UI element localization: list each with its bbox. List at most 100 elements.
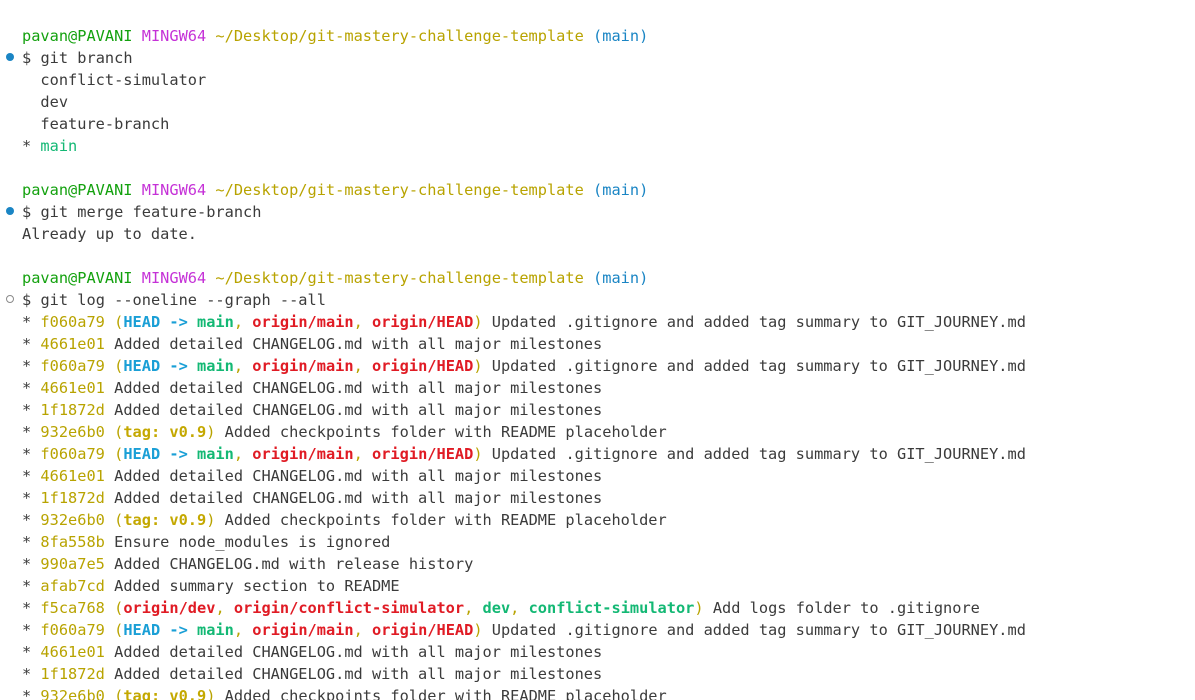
graph-marker: * bbox=[22, 445, 41, 463]
commit-row: * 4661e01 Added detailed CHANGELOG.md wi… bbox=[22, 377, 1026, 399]
branch-prefix bbox=[22, 115, 40, 133]
prompt-path: ~/Desktop/git-mastery-challenge-template bbox=[215, 181, 584, 199]
commit-row: * f060a79 (HEAD -> main, origin/main, or… bbox=[22, 443, 1026, 465]
commit-hash: f060a79 bbox=[40, 313, 105, 331]
ref-separator: , bbox=[215, 599, 234, 617]
graph-marker: * bbox=[22, 357, 41, 375]
graph-marker: * bbox=[22, 511, 41, 529]
ref-paren-close: ) bbox=[694, 599, 704, 617]
ref-label: origin/conflict-simulator bbox=[233, 599, 465, 617]
graph-marker: * bbox=[22, 379, 41, 397]
commit-message: Added detailed CHANGELOG.md with all maj… bbox=[114, 401, 603, 419]
commit-row: * 932e6b0 (tag: v0.9) Added checkpoints … bbox=[22, 509, 1026, 531]
ref-paren-open: ( bbox=[114, 511, 124, 529]
ref-label: origin/main bbox=[252, 621, 354, 639]
branch-list-item: * main bbox=[22, 135, 1026, 157]
graph-marker: * bbox=[22, 687, 41, 700]
ref-label: conflict-simulator bbox=[528, 599, 695, 617]
commit-message: Added detailed CHANGELOG.md with all maj… bbox=[114, 489, 603, 507]
terminal-panel[interactable]: pavan@PAVANI MINGW64 ~/Desktop/git-maste… bbox=[0, 0, 1195, 700]
commit-message: Add logs folder to .gitignore bbox=[712, 599, 980, 617]
graph-marker: * bbox=[22, 401, 41, 419]
commit-hash: f060a79 bbox=[40, 357, 105, 375]
commit-message: Ensure node_modules is ignored bbox=[114, 533, 391, 551]
ref-label: origin/main bbox=[252, 357, 354, 375]
graph-marker: * bbox=[22, 423, 41, 441]
commit-hash: 1f1872d bbox=[40, 489, 105, 507]
prompt-system: MINGW64 bbox=[141, 269, 207, 287]
command-status-decoration-icon[interactable] bbox=[6, 53, 14, 61]
branch-prefix: * bbox=[22, 137, 41, 155]
commit-message: Added checkpoints folder with README pla… bbox=[224, 687, 667, 700]
commit-hash: 990a7e5 bbox=[40, 555, 105, 573]
commit-row: * 4661e01 Added detailed CHANGELOG.md wi… bbox=[22, 333, 1026, 355]
commit-message: Updated .gitignore and added tag summary… bbox=[491, 445, 1026, 463]
ref-head-pointer: HEAD -> main bbox=[123, 445, 234, 463]
prompt-line: pavan@PAVANI MINGW64 ~/Desktop/git-maste… bbox=[22, 179, 1026, 201]
commit-row: * 4661e01 Added detailed CHANGELOG.md wi… bbox=[22, 641, 1026, 663]
ref-paren-close: ) bbox=[473, 621, 483, 639]
prompt-branch: (main) bbox=[593, 27, 649, 45]
commit-message: Updated .gitignore and added tag summary… bbox=[491, 357, 1026, 375]
prompt-symbol: $ bbox=[22, 291, 32, 309]
prompt-line: pavan@PAVANI MINGW64 ~/Desktop/git-maste… bbox=[22, 267, 1026, 289]
commit-message: Added detailed CHANGELOG.md with all maj… bbox=[114, 643, 603, 661]
commit-hash: 932e6b0 bbox=[40, 687, 105, 700]
command-line: $ git log --oneline --graph --all bbox=[6, 289, 1026, 311]
ref-label: origin/HEAD bbox=[372, 313, 474, 331]
ref-label: origin/main bbox=[252, 445, 354, 463]
ref-head-pointer: HEAD -> main bbox=[123, 357, 234, 375]
command-status-decoration-icon[interactable] bbox=[6, 207, 14, 215]
ref-label: origin/HEAD bbox=[372, 621, 474, 639]
ref-branch: main bbox=[197, 313, 234, 331]
branch-prefix bbox=[22, 93, 40, 111]
prompt-system: MINGW64 bbox=[141, 181, 207, 199]
graph-marker: * bbox=[22, 665, 41, 683]
ref-head: HEAD -> bbox=[123, 357, 198, 375]
commit-row: * 932e6b0 (tag: v0.9) Added checkpoints … bbox=[22, 685, 1026, 700]
ref-label: dev bbox=[482, 599, 511, 617]
commit-row: * 8fa558b Ensure node_modules is ignored bbox=[22, 531, 1026, 553]
prompt-branch: (main) bbox=[593, 269, 649, 287]
ref-paren-open: ( bbox=[114, 621, 124, 639]
ref-branch: main bbox=[197, 357, 234, 375]
commit-hash: 4661e01 bbox=[40, 643, 105, 661]
graph-marker: * bbox=[22, 621, 41, 639]
ref-label: tag: v0.9 bbox=[123, 423, 207, 441]
commit-message: Updated .gitignore and added tag summary… bbox=[491, 621, 1026, 639]
command-status-decoration-icon[interactable] bbox=[6, 295, 14, 303]
commit-message: Updated .gitignore and added tag summary… bbox=[491, 313, 1026, 331]
commit-row: * f060a79 (HEAD -> main, origin/main, or… bbox=[22, 311, 1026, 333]
ref-paren-open: ( bbox=[114, 599, 124, 617]
prompt-path: ~/Desktop/git-mastery-challenge-template bbox=[215, 269, 584, 287]
commit-row: * f060a79 (HEAD -> main, origin/main, or… bbox=[22, 355, 1026, 377]
ref-separator: , bbox=[353, 357, 373, 375]
command-text: git log --oneline --graph --all bbox=[40, 291, 326, 309]
commit-hash: f5ca768 bbox=[40, 599, 105, 617]
merge-result-text: Already up to date. bbox=[22, 225, 197, 243]
commit-row: * f5ca768 (origin/dev, origin/conflict-s… bbox=[22, 597, 1026, 619]
graph-marker: * bbox=[22, 577, 41, 595]
graph-marker: * bbox=[22, 335, 41, 353]
commit-message: Added CHANGELOG.md with release history bbox=[114, 555, 474, 573]
commit-hash: 4661e01 bbox=[40, 379, 105, 397]
prompt-user: pavan@PAVANI bbox=[22, 181, 133, 199]
commit-row: * afab7cd Added summary section to READM… bbox=[22, 575, 1026, 597]
ref-paren-open: ( bbox=[114, 313, 124, 331]
ref-label: origin/HEAD bbox=[372, 445, 474, 463]
ref-separator: , bbox=[233, 445, 253, 463]
commit-hash: 932e6b0 bbox=[40, 511, 105, 529]
terminal-output: pavan@PAVANI MINGW64 ~/Desktop/git-maste… bbox=[6, 25, 1026, 700]
